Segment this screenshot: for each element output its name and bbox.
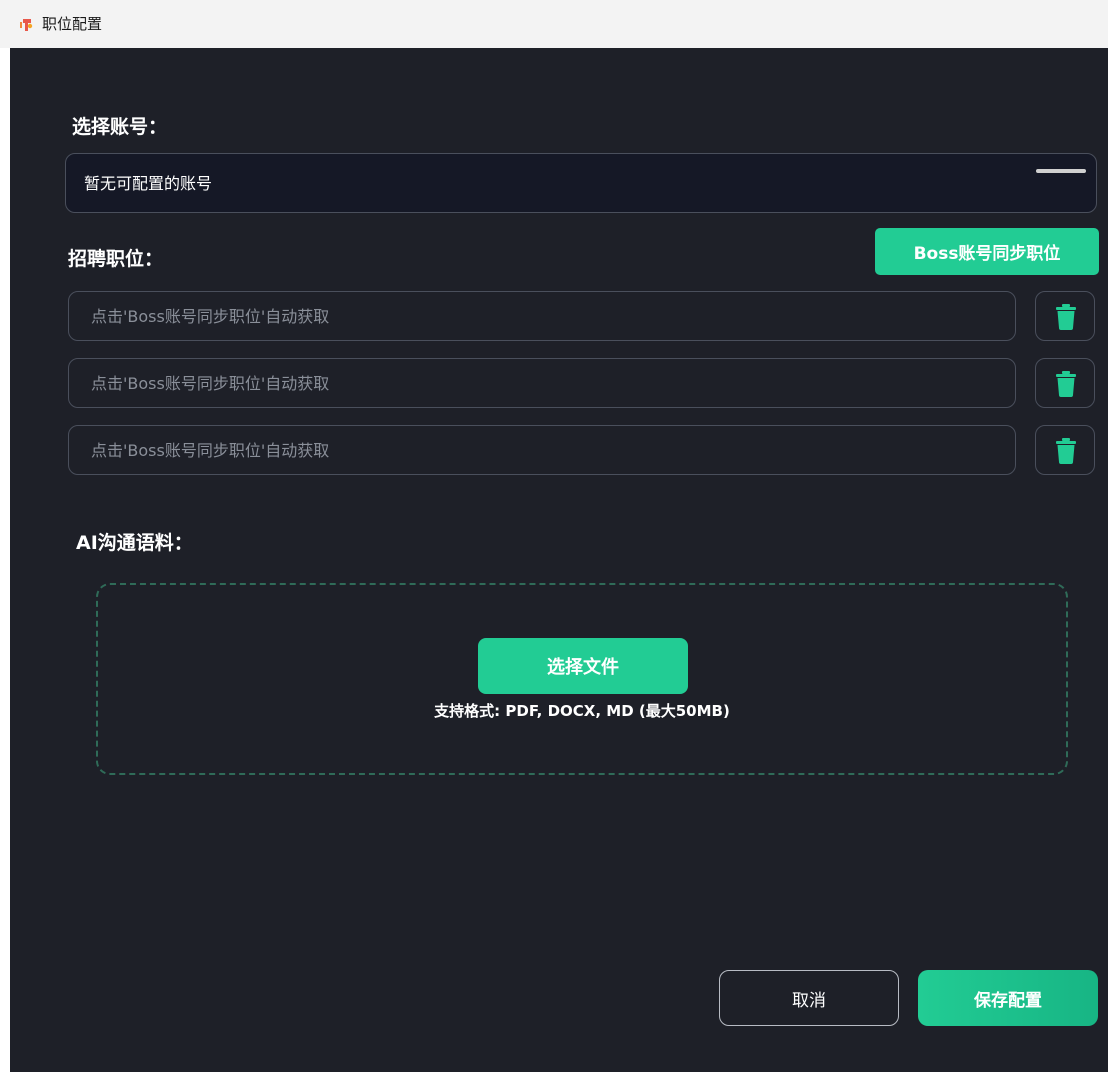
supported-formats-text: 支持格式: PDF, DOCX, MD (最大50MB) <box>434 702 730 720</box>
account-select-value: 暂无可配置的账号 <box>84 174 213 193</box>
delete-job-button-3[interactable] <box>1035 425 1095 475</box>
corpus-label: AI沟通语料： <box>76 532 193 554</box>
delete-job-button-2[interactable] <box>1035 358 1095 408</box>
trash-icon <box>1056 371 1076 397</box>
job-input-3[interactable] <box>68 425 1016 475</box>
dropdown-handle-icon <box>1036 169 1086 173</box>
job-config-dialog: 选择账号： 暂无可配置的账号 招聘职位： Boss账号同步职位 AI沟通语料： … <box>10 48 1108 1072</box>
file-dropzone[interactable]: 选择文件 支持格式: PDF, DOCX, MD (最大50MB) <box>96 583 1068 775</box>
trash-icon <box>1056 304 1076 330</box>
job-input-1[interactable] <box>68 291 1016 341</box>
delete-job-button-1[interactable] <box>1035 291 1095 341</box>
window-title: 职位配置 <box>42 15 103 33</box>
cancel-button[interactable]: 取消 <box>719 970 899 1026</box>
job-input-2[interactable] <box>68 358 1016 408</box>
save-config-button[interactable]: 保存配置 <box>918 970 1098 1026</box>
select-file-button[interactable]: 选择文件 <box>478 638 688 694</box>
sync-jobs-button[interactable]: Boss账号同步职位 <box>875 228 1099 275</box>
app-logo-icon <box>20 19 33 31</box>
window-titlebar: 职位配置 <box>0 0 1108 48</box>
account-label: 选择账号： <box>72 116 168 138</box>
account-select[interactable]: 暂无可配置的账号 <box>65 153 1097 213</box>
trash-icon <box>1056 438 1076 464</box>
jobs-label: 招聘职位： <box>68 248 164 270</box>
